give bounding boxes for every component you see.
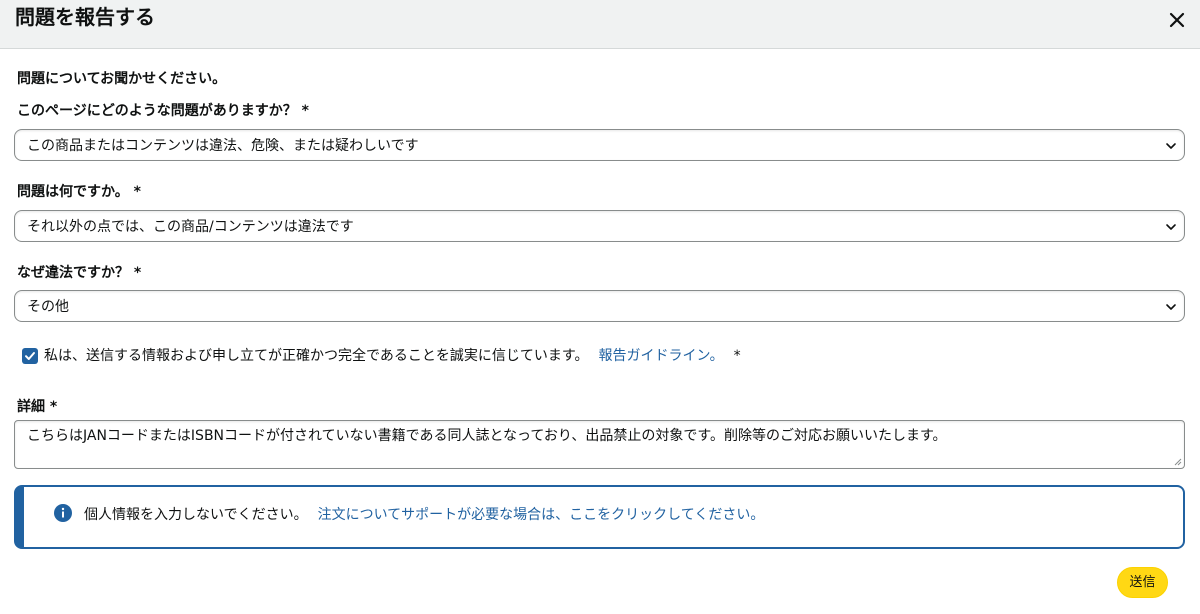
details-value: こちらはJANコードまたはISBNコードが付されていない書籍である同人誌となって… (27, 428, 947, 444)
alert-text: 個人情報を入力しないでください。 (84, 507, 308, 523)
consent-checkbox[interactable] (22, 348, 38, 364)
info-alert: 個人情報を入力しないでください。 注文についてサポートが必要な場合は、ここをクリ… (14, 485, 1185, 549)
reporting-guidelines-link[interactable]: 報告ガイドライン。 (598, 346, 723, 366)
question-1-label: このページにどのような問題がありますか？ * (17, 103, 309, 119)
close-icon (1169, 12, 1185, 28)
checkmark-icon (25, 352, 35, 360)
question-3-label: なぜ違法ですか？ * (17, 265, 142, 281)
question-3-select[interactable]: その他 (14, 290, 1185, 322)
question-1-selected: この商品またはコンテンツは違法、危険、または疑わしいです (27, 138, 419, 154)
question-3-selected: その他 (27, 299, 69, 315)
alert-content: 個人情報を入力しないでください。 注文についてサポートが必要な場合は、ここをクリ… (84, 505, 764, 525)
close-button[interactable] (1166, 9, 1188, 31)
modal-header: 問題を報告する (0, 0, 1200, 49)
info-icon (54, 504, 72, 522)
modal-title: 問題を報告する (15, 5, 155, 29)
question-1-select[interactable]: この商品またはコンテンツは違法、危険、または疑わしいです (14, 129, 1185, 161)
submit-button[interactable]: 送信 (1117, 567, 1168, 598)
order-support-link[interactable]: 注文についてサポートが必要な場合は、ここをクリックしてください。 (318, 505, 765, 525)
question-2-select[interactable]: それ以外の点では、この商品/コンテンツは違法です (14, 210, 1185, 242)
chevron-down-icon (1166, 304, 1176, 310)
required-marker: * (733, 348, 741, 364)
question-2-label: 問題は何ですか。 * (17, 184, 141, 200)
details-textarea[interactable]: こちらはJANコードまたはISBNコードが付されていない書籍である同人誌となって… (14, 420, 1185, 469)
consent-text: 私は、送信する情報および申し立てが正確かつ完全であることを誠実に信じています。 (44, 348, 589, 364)
form-intro: 問題についてお聞かせください。 (17, 71, 227, 87)
consent-row: 私は、送信する情報および申し立てが正確かつ完全であることを誠実に信じています。 … (22, 346, 741, 366)
question-2-selected: それ以外の点では、この商品/コンテンツは違法です (27, 219, 354, 235)
resize-grip-icon[interactable] (1174, 458, 1182, 466)
details-label: 詳細 * (17, 399, 58, 415)
chevron-down-icon (1166, 224, 1176, 230)
chevron-down-icon (1166, 143, 1176, 149)
